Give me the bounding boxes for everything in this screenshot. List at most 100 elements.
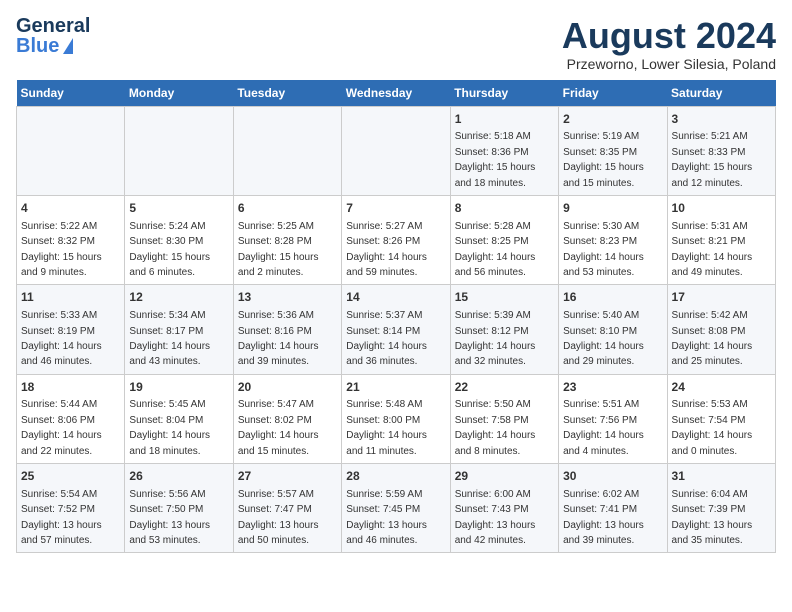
calendar-cell	[17, 106, 125, 195]
day-info: Sunrise: 6:00 AM Sunset: 7:43 PM Dayligh…	[455, 489, 536, 546]
day-number: 23	[563, 379, 662, 396]
calendar-cell: 27 Sunrise: 5:57 AM Sunset: 7:47 PM Dayli…	[233, 464, 341, 553]
calendar-cell: 12 Sunrise: 5:34 AM Sunset: 8:17 PM Dayli…	[125, 285, 233, 374]
calendar-cell: 8Sunrise: 5:28 AM Sunset: 8:25 PM Daylig…	[450, 195, 558, 284]
calendar-cell: 6Sunrise: 5:25 AM Sunset: 8:28 PM Daylig…	[233, 195, 341, 284]
day-info: Sunrise: 5:48 AM Sunset: 8:00 PM Dayligh…	[346, 399, 427, 456]
calendar-cell: 10 Sunrise: 5:31 AM Sunset: 8:21 PM Dayli…	[667, 195, 775, 284]
day-info: Sunrise: 5:25 AM Sunset: 8:28 PM Dayligh…	[238, 221, 319, 278]
calendar-table: SundayMondayTuesdayWednesdayThursdayFrid…	[16, 80, 776, 554]
day-number: 8	[455, 200, 554, 217]
day-info: Sunrise: 5:51 AM Sunset: 7:56 PM Dayligh…	[563, 399, 644, 456]
calendar-cell: 16Sunrise: 5:40 AM Sunset: 8:10 PM Dayli…	[559, 285, 667, 374]
calendar-cell: 2 Sunrise: 5:19 AM Sunset: 8:35 PM Daylig…	[559, 106, 667, 195]
day-number: 10	[672, 200, 771, 217]
day-info: Sunrise: 5:57 AM Sunset: 7:47 PM Dayligh…	[238, 489, 319, 546]
calendar-cell: 1 Sunrise: 5:18 AM Sunset: 8:36 PM Daylig…	[450, 106, 558, 195]
day-number: 14	[346, 289, 445, 306]
day-info: Sunrise: 5:53 AM Sunset: 7:54 PM Dayligh…	[672, 399, 753, 456]
day-number: 27	[238, 468, 337, 485]
day-info: Sunrise: 5:39 AM Sunset: 8:12 PM Dayligh…	[455, 310, 536, 367]
calendar-cell: 30Sunrise: 6:02 AM Sunset: 7:41 PM Dayli…	[559, 464, 667, 553]
day-info: Sunrise: 5:59 AM Sunset: 7:45 PM Dayligh…	[346, 489, 427, 546]
weekday-header-thursday: Thursday	[450, 80, 558, 107]
day-number: 28	[346, 468, 445, 485]
calendar-cell: 23 Sunrise: 5:51 AM Sunset: 7:56 PM Dayli…	[559, 374, 667, 463]
calendar-cell: 7Sunrise: 5:27 AM Sunset: 8:26 PM Daylig…	[342, 195, 450, 284]
day-info: Sunrise: 5:40 AM Sunset: 8:10 PM Dayligh…	[563, 310, 644, 367]
day-info: Sunrise: 5:45 AM Sunset: 8:04 PM Dayligh…	[129, 399, 210, 456]
day-info: Sunrise: 5:56 AM Sunset: 7:50 PM Dayligh…	[129, 489, 210, 546]
day-info: Sunrise: 5:47 AM Sunset: 8:02 PM Dayligh…	[238, 399, 319, 456]
week-row-4: 18 Sunrise: 5:44 AM Sunset: 8:06 PM Dayli…	[17, 374, 776, 463]
logo-blue-text: Blue	[16, 36, 73, 56]
calendar-cell: 21 Sunrise: 5:48 AM Sunset: 8:00 PM Dayli…	[342, 374, 450, 463]
week-row-2: 4 Sunrise: 5:22 AM Sunset: 8:32 PM Daylig…	[17, 195, 776, 284]
calendar-cell: 5Sunrise: 5:24 AM Sunset: 8:30 PM Daylig…	[125, 195, 233, 284]
weekday-header-tuesday: Tuesday	[233, 80, 341, 107]
day-number: 25	[21, 468, 120, 485]
calendar-header: SundayMondayTuesdayWednesdayThursdayFrid…	[17, 80, 776, 107]
header-row: SundayMondayTuesdayWednesdayThursdayFrid…	[17, 80, 776, 107]
calendar-cell: 19 Sunrise: 5:45 AM Sunset: 8:04 PM Dayli…	[125, 374, 233, 463]
day-info: Sunrise: 5:34 AM Sunset: 8:17 PM Dayligh…	[129, 310, 210, 367]
calendar-cell: 15 Sunrise: 5:39 AM Sunset: 8:12 PM Dayli…	[450, 285, 558, 374]
weekday-header-monday: Monday	[125, 80, 233, 107]
calendar-cell: 4 Sunrise: 5:22 AM Sunset: 8:32 PM Daylig…	[17, 195, 125, 284]
calendar-cell: 25Sunrise: 5:54 AM Sunset: 7:52 PM Dayli…	[17, 464, 125, 553]
calendar-cell	[342, 106, 450, 195]
day-info: Sunrise: 6:02 AM Sunset: 7:41 PM Dayligh…	[563, 489, 644, 546]
day-number: 29	[455, 468, 554, 485]
calendar-cell: 22 Sunrise: 5:50 AM Sunset: 7:58 PM Dayli…	[450, 374, 558, 463]
day-info: Sunrise: 5:22 AM Sunset: 8:32 PM Dayligh…	[21, 221, 102, 278]
day-info: Sunrise: 5:19 AM Sunset: 8:35 PM Dayligh…	[563, 131, 644, 188]
day-number: 22	[455, 379, 554, 396]
calendar-cell: 26 Sunrise: 5:56 AM Sunset: 7:50 PM Dayli…	[125, 464, 233, 553]
day-number: 18	[21, 379, 120, 396]
day-number: 7	[346, 200, 445, 217]
calendar-cell: 29 Sunrise: 6:00 AM Sunset: 7:43 PM Dayli…	[450, 464, 558, 553]
main-title: August 2024	[562, 16, 776, 56]
day-number: 2	[563, 111, 662, 128]
day-info: Sunrise: 5:50 AM Sunset: 7:58 PM Dayligh…	[455, 399, 536, 456]
day-number: 21	[346, 379, 445, 396]
day-number: 24	[672, 379, 771, 396]
day-info: Sunrise: 5:44 AM Sunset: 8:06 PM Dayligh…	[21, 399, 102, 456]
weekday-header-sunday: Sunday	[17, 80, 125, 107]
day-number: 1	[455, 111, 554, 128]
calendar-cell: 11Sunrise: 5:33 AM Sunset: 8:19 PM Dayli…	[17, 285, 125, 374]
calendar-cell: 18 Sunrise: 5:44 AM Sunset: 8:06 PM Dayli…	[17, 374, 125, 463]
day-info: Sunrise: 5:31 AM Sunset: 8:21 PM Dayligh…	[672, 221, 753, 278]
calendar-body: 1 Sunrise: 5:18 AM Sunset: 8:36 PM Daylig…	[17, 106, 776, 553]
week-row-5: 25Sunrise: 5:54 AM Sunset: 7:52 PM Dayli…	[17, 464, 776, 553]
day-number: 19	[129, 379, 228, 396]
day-number: 9	[563, 200, 662, 217]
day-info: Sunrise: 5:36 AM Sunset: 8:16 PM Dayligh…	[238, 310, 319, 367]
calendar-cell	[125, 106, 233, 195]
day-number: 31	[672, 468, 771, 485]
logo-triangle-icon	[63, 38, 73, 54]
day-number: 12	[129, 289, 228, 306]
day-info: Sunrise: 6:04 AM Sunset: 7:39 PM Dayligh…	[672, 489, 753, 546]
day-number: 26	[129, 468, 228, 485]
calendar-cell: 13 Sunrise: 5:36 AM Sunset: 8:16 PM Dayli…	[233, 285, 341, 374]
calendar-cell: 3 Sunrise: 5:21 AM Sunset: 8:33 PM Daylig…	[667, 106, 775, 195]
day-number: 20	[238, 379, 337, 396]
day-number: 15	[455, 289, 554, 306]
day-info: Sunrise: 5:24 AM Sunset: 8:30 PM Dayligh…	[129, 221, 210, 278]
calendar-cell: 14Sunrise: 5:37 AM Sunset: 8:14 PM Dayli…	[342, 285, 450, 374]
weekday-header-saturday: Saturday	[667, 80, 775, 107]
day-number: 3	[672, 111, 771, 128]
calendar-cell: 28 Sunrise: 5:59 AM Sunset: 7:45 PM Dayli…	[342, 464, 450, 553]
day-info: Sunrise: 5:21 AM Sunset: 8:33 PM Dayligh…	[672, 131, 753, 188]
day-number: 13	[238, 289, 337, 306]
calendar-cell: 31 Sunrise: 6:04 AM Sunset: 7:39 PM Dayli…	[667, 464, 775, 553]
calendar-cell: 17Sunrise: 5:42 AM Sunset: 8:08 PM Dayli…	[667, 285, 775, 374]
title-block: August 2024 Przeworno, Lower Silesia, Po…	[562, 16, 776, 72]
day-number: 4	[21, 200, 120, 217]
subtitle: Przeworno, Lower Silesia, Poland	[562, 56, 776, 72]
week-row-3: 11Sunrise: 5:33 AM Sunset: 8:19 PM Dayli…	[17, 285, 776, 374]
day-info: Sunrise: 5:42 AM Sunset: 8:08 PM Dayligh…	[672, 310, 753, 367]
day-info: Sunrise: 5:18 AM Sunset: 8:36 PM Dayligh…	[455, 131, 536, 188]
week-row-1: 1 Sunrise: 5:18 AM Sunset: 8:36 PM Daylig…	[17, 106, 776, 195]
